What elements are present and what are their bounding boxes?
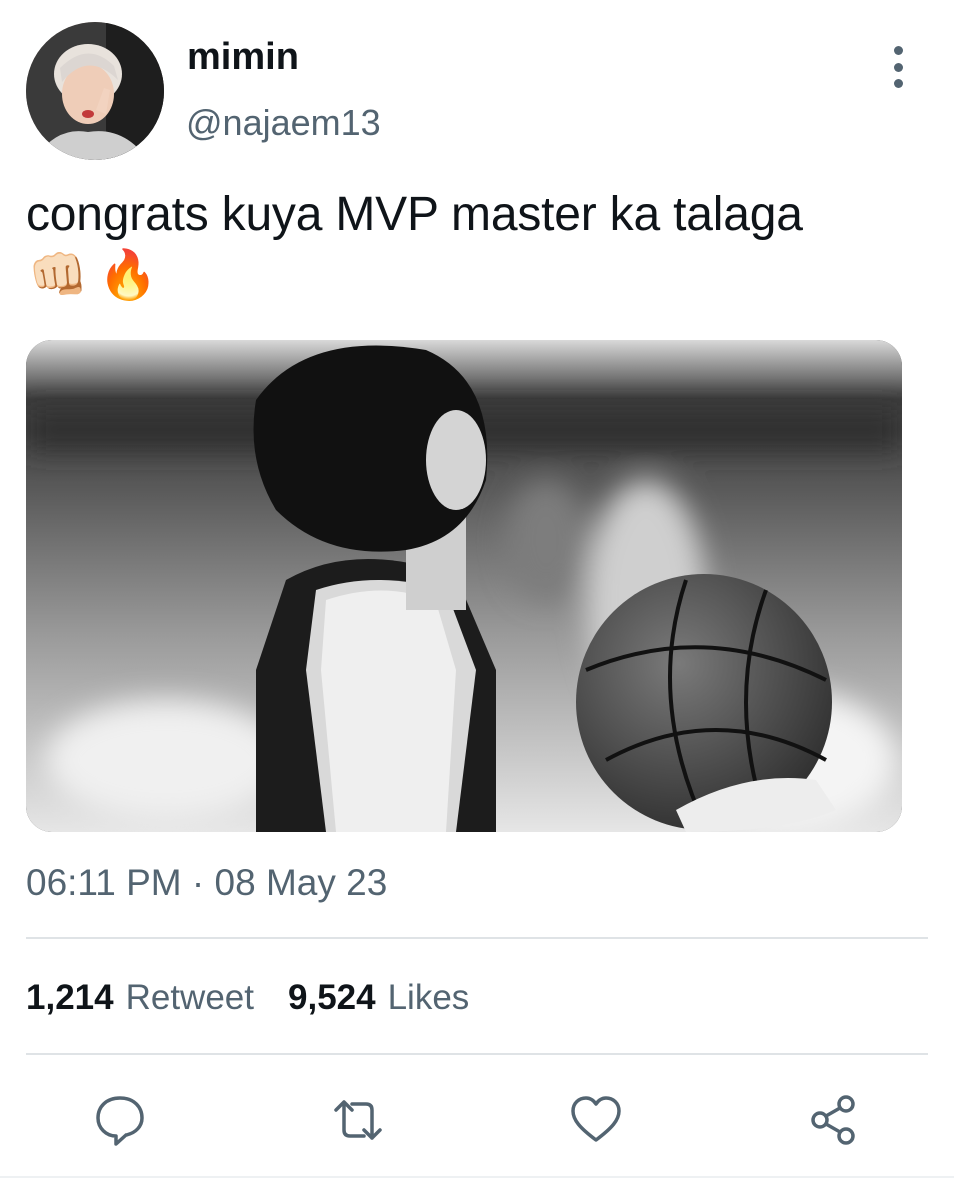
engagement-stats: 1,214 Retweet 9,524 Likes: [26, 978, 503, 1018]
fist-emoji: 👊🏻: [28, 249, 88, 302]
fire-emoji: 🔥: [98, 249, 158, 302]
retweet-label[interactable]: Retweet: [126, 978, 254, 1018]
avatar[interactable]: [26, 22, 164, 160]
tweet-text: congrats kuya MVP master ka talaga: [26, 188, 803, 241]
tweet-emojis: 👊🏻 🔥: [28, 246, 162, 308]
display-name[interactable]: mimin: [187, 36, 299, 79]
tweet-timestamp[interactable]: 06:11 PM · 08 May 23: [26, 862, 387, 904]
share-button[interactable]: [806, 1092, 862, 1148]
divider: [0, 1176, 954, 1178]
likes-label[interactable]: Likes: [388, 978, 470, 1018]
more-options-icon[interactable]: [880, 46, 916, 88]
divider: [26, 937, 928, 939]
like-button[interactable]: [568, 1092, 624, 1148]
user-handle[interactable]: @najaem13: [186, 102, 381, 144]
share-nodes-icon: [811, 1095, 855, 1145]
tweet-card: mimin @najaem13 congrats kuya MVP master…: [0, 0, 954, 1200]
retweet-count[interactable]: 1,214: [26, 978, 114, 1018]
divider: [26, 1053, 928, 1055]
likes-count[interactable]: 9,524: [288, 978, 376, 1018]
reply-bubble-icon: [96, 1096, 144, 1146]
heart-icon: [571, 1096, 621, 1142]
retweet-button[interactable]: [330, 1092, 386, 1148]
tweet-photo[interactable]: [26, 340, 902, 832]
reply-button[interactable]: [92, 1092, 148, 1148]
retweet-arrows-icon: [334, 1100, 382, 1140]
action-bar: [0, 1092, 954, 1152]
